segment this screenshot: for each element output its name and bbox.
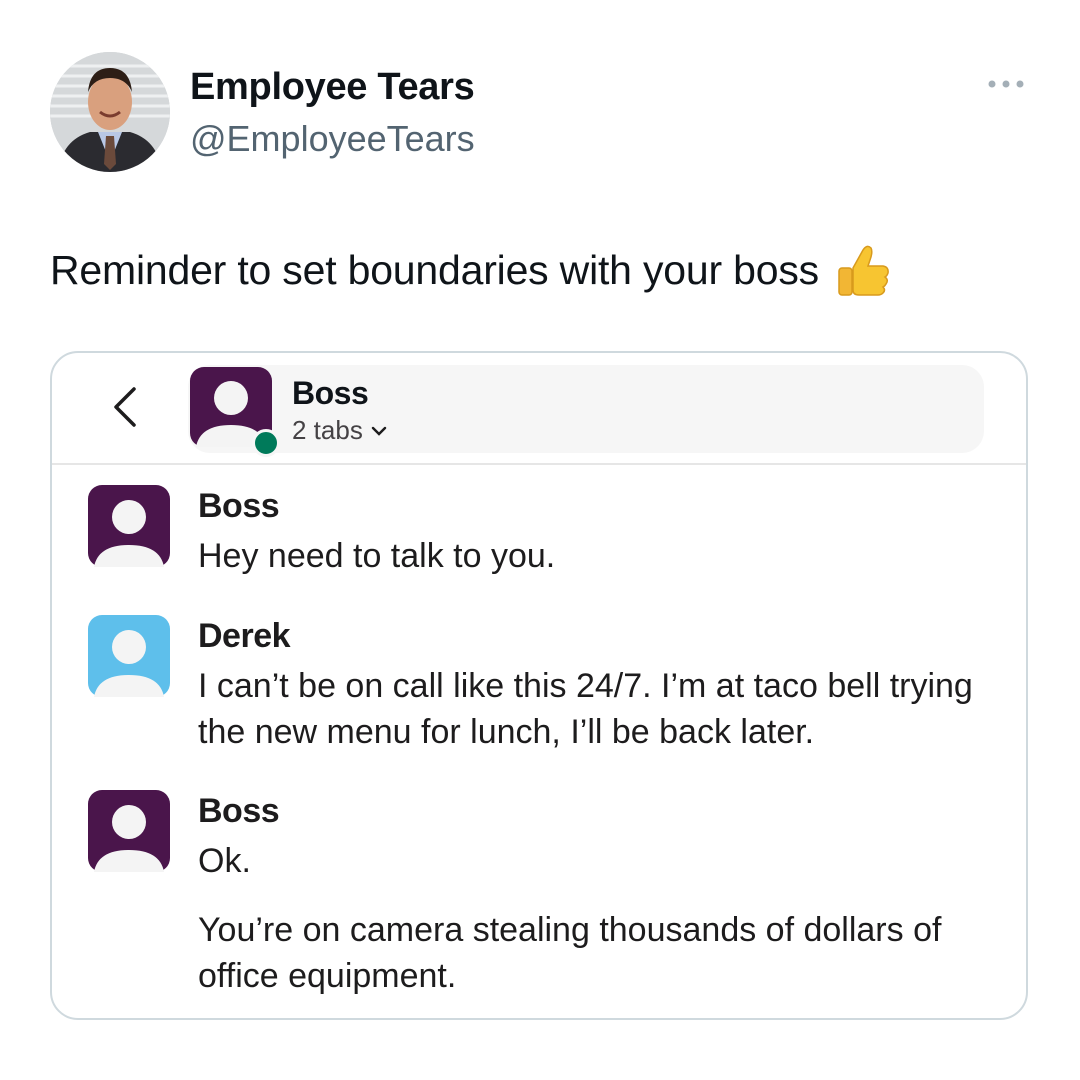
message-author[interactable]: Derek: [198, 617, 291, 656]
chevron-down-icon: [371, 426, 387, 436]
tweet-header: Employee Tears @EmployeeTears: [50, 52, 1030, 174]
thumbs-up-icon: [838, 245, 889, 296]
message-text: Hey need to talk to you.: [198, 537, 556, 575]
online-status-badge: [252, 429, 280, 457]
chat-header-bar: Boss 2 tabs: [52, 353, 1026, 465]
boss-avatar-icon[interactable]: [88, 790, 170, 872]
tabs-selector[interactable]: 2 tabs: [292, 415, 387, 446]
message-text: You’re on camera stealing thousands of d…: [198, 911, 942, 995]
tweet-text-content: Reminder to set boundaries with your bos…: [50, 246, 819, 293]
message-author[interactable]: Boss: [198, 487, 280, 526]
more-options-icon[interactable]: [986, 74, 1026, 94]
channel-header-button[interactable]: Boss 2 tabs: [188, 365, 984, 457]
message-author[interactable]: Boss: [198, 792, 280, 831]
profile-photo-icon: [50, 52, 170, 172]
user-handle[interactable]: @EmployeeTears: [190, 118, 475, 160]
back-chevron-icon[interactable]: [108, 385, 142, 429]
profile-avatar[interactable]: [50, 52, 170, 172]
display-name[interactable]: Employee Tears: [190, 66, 475, 109]
derek-avatar-icon[interactable]: [88, 615, 170, 697]
tabs-count: 2 tabs: [292, 415, 363, 445]
boss-avatar-icon[interactable]: [88, 485, 170, 567]
chat-card: Boss 2 tabs Boss Hey need to talk to you…: [50, 351, 1028, 1020]
message-text: I can’t be on call like this 24/7. I’m a…: [198, 667, 973, 751]
tweet-text: Reminder to set boundaries with your bos…: [50, 240, 893, 300]
channel-title: Boss: [292, 375, 369, 411]
message-text: Ok.: [198, 842, 251, 880]
